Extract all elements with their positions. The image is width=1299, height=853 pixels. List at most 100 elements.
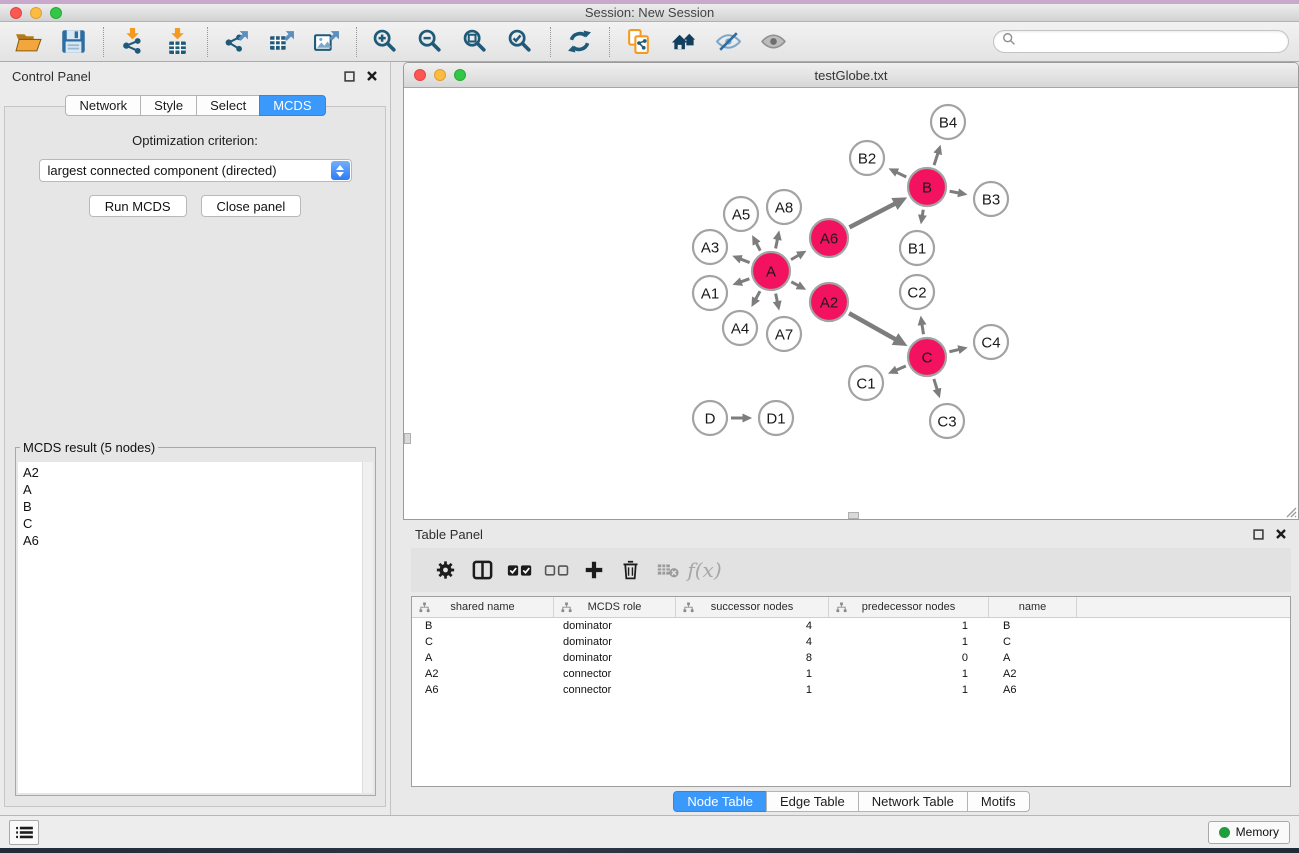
save-session-icon[interactable]: [57, 27, 90, 57]
network-close-button[interactable]: [414, 69, 426, 81]
select-stepper-icon[interactable]: [331, 161, 350, 180]
tab-mcds[interactable]: MCDS: [259, 95, 325, 116]
export-table-icon[interactable]: [265, 27, 298, 57]
edge-B-B1[interactable]: [922, 210, 923, 216]
network-node-A6[interactable]: A6: [810, 219, 848, 257]
duplicate-network-icon[interactable]: [622, 27, 655, 57]
tab-network[interactable]: Network: [65, 95, 141, 116]
network-node-D1[interactable]: D1: [759, 401, 793, 435]
column-header-predecessor-nodes[interactable]: predecessor nodes: [829, 597, 989, 617]
table-row[interactable]: A2connector11A2: [412, 666, 1290, 682]
network-canvas[interactable]: B4B2BB3A8A5A6A3B1AC2A1A2A4A7C4CC1DD1C3: [404, 89, 1298, 519]
edge-A-A6[interactable]: [791, 255, 799, 260]
network-node-B1[interactable]: B1: [900, 231, 934, 265]
resize-grip-icon[interactable]: [1283, 504, 1297, 518]
search-input[interactable]: [1020, 33, 1288, 51]
table-row[interactable]: Cdominator41C: [412, 634, 1290, 650]
open-session-icon[interactable]: [12, 27, 45, 57]
network-node-C1[interactable]: C1: [849, 366, 883, 400]
tab-motifs[interactable]: Motifs: [967, 791, 1030, 812]
edge-A-A8[interactable]: [776, 239, 778, 249]
edge-A-A7[interactable]: [776, 294, 778, 303]
tab-style[interactable]: Style: [140, 95, 197, 116]
edge-A-A1[interactable]: [741, 279, 750, 282]
close-window-button[interactable]: [10, 7, 22, 19]
run-mcds-button[interactable]: Run MCDS: [89, 195, 187, 217]
zoom-out-icon[interactable]: [414, 27, 447, 57]
edge-A2-C[interactable]: [849, 313, 896, 339]
close-panel-icon[interactable]: [366, 70, 378, 82]
table-row[interactable]: Bdominator41B: [412, 618, 1290, 634]
table-row[interactable]: Adominator80A: [412, 650, 1290, 666]
columns-icon[interactable]: [464, 553, 501, 587]
delete-icon[interactable]: [612, 553, 649, 587]
network-window-titlebar[interactable]: testGlobe.txt: [404, 63, 1298, 88]
import-table-icon[interactable]: [161, 27, 194, 57]
edge-C-C4[interactable]: [949, 349, 959, 351]
network-node-B4[interactable]: B4: [931, 105, 965, 139]
network-minimize-button[interactable]: [434, 69, 446, 81]
home-icon[interactable]: [667, 27, 700, 57]
network-node-A8[interactable]: A8: [767, 190, 801, 224]
unselect-all-columns-icon[interactable]: [538, 553, 575, 587]
memory-button[interactable]: Memory: [1208, 821, 1290, 844]
edge-A-A4[interactable]: [756, 291, 760, 299]
close-table-panel-icon[interactable]: [1275, 528, 1287, 540]
network-node-A4[interactable]: A4: [723, 311, 757, 345]
zoom-fit-icon[interactable]: [459, 27, 492, 57]
criterion-select[interactable]: largest connected component (directed): [39, 159, 352, 182]
network-node-A3[interactable]: A3: [693, 230, 727, 264]
search-box[interactable]: [993, 30, 1289, 53]
select-all-columns-icon[interactable]: [501, 553, 538, 587]
result-list-scrollbar[interactable]: [362, 462, 373, 793]
float-table-panel-icon[interactable]: [1253, 529, 1264, 540]
hide-details-icon[interactable]: [712, 27, 745, 57]
network-node-A5[interactable]: A5: [724, 197, 758, 231]
column-header-name[interactable]: name: [989, 597, 1077, 617]
minimize-window-button[interactable]: [30, 7, 42, 19]
zoom-selected-icon[interactable]: [504, 27, 537, 57]
column-header-shared-name[interactable]: shared name: [412, 597, 554, 617]
edge-B-B2[interactable]: [896, 172, 906, 177]
network-node-A7[interactable]: A7: [767, 317, 801, 351]
export-network-icon[interactable]: [220, 27, 253, 57]
task-history-button[interactable]: [9, 820, 39, 845]
network-node-A1[interactable]: A1: [693, 276, 727, 310]
horizontal-scroll-indicator[interactable]: [848, 512, 859, 519]
tab-network-table[interactable]: Network Table: [858, 791, 968, 812]
close-panel-button[interactable]: Close panel: [201, 195, 302, 217]
network-node-B3[interactable]: B3: [974, 182, 1008, 216]
float-panel-icon[interactable]: [344, 71, 355, 82]
settings-gear-icon[interactable]: [427, 553, 464, 587]
network-node-C4[interactable]: C4: [974, 325, 1008, 359]
tab-edge-table[interactable]: Edge Table: [766, 791, 859, 812]
network-node-D[interactable]: D: [693, 401, 727, 435]
edge-A-A2[interactable]: [791, 282, 798, 286]
network-node-A2[interactable]: A2: [810, 283, 848, 321]
edge-C-C2[interactable]: [922, 324, 924, 334]
edge-A-A5[interactable]: [756, 243, 760, 251]
edge-C-C3[interactable]: [934, 379, 937, 390]
edge-A-A3[interactable]: [740, 259, 749, 263]
vertical-scroll-indicator[interactable]: [404, 433, 411, 444]
table-row[interactable]: A6connector11A6: [412, 682, 1290, 698]
export-image-icon[interactable]: [310, 27, 343, 57]
tab-select[interactable]: Select: [196, 95, 260, 116]
column-header-mcds-role[interactable]: MCDS role: [554, 597, 676, 617]
edge-A6-B[interactable]: [849, 203, 895, 227]
network-node-C3[interactable]: C3: [930, 404, 964, 438]
zoom-window-button[interactable]: [50, 7, 62, 19]
add-icon[interactable]: [575, 553, 612, 587]
refresh-icon[interactable]: [563, 27, 596, 57]
edge-C-C1[interactable]: [896, 366, 906, 370]
zoom-in-icon[interactable]: [369, 27, 402, 57]
network-zoom-button[interactable]: [454, 69, 466, 81]
edge-B-B3[interactable]: [950, 191, 959, 193]
show-details-icon[interactable]: [757, 27, 790, 57]
import-network-icon[interactable]: [116, 27, 149, 57]
network-node-B[interactable]: B: [908, 168, 946, 206]
network-node-A[interactable]: A: [752, 252, 790, 290]
tab-node-table[interactable]: Node Table: [673, 791, 767, 812]
column-header-successor-nodes[interactable]: successor nodes: [676, 597, 829, 617]
edge-B-B4[interactable]: [934, 153, 938, 165]
